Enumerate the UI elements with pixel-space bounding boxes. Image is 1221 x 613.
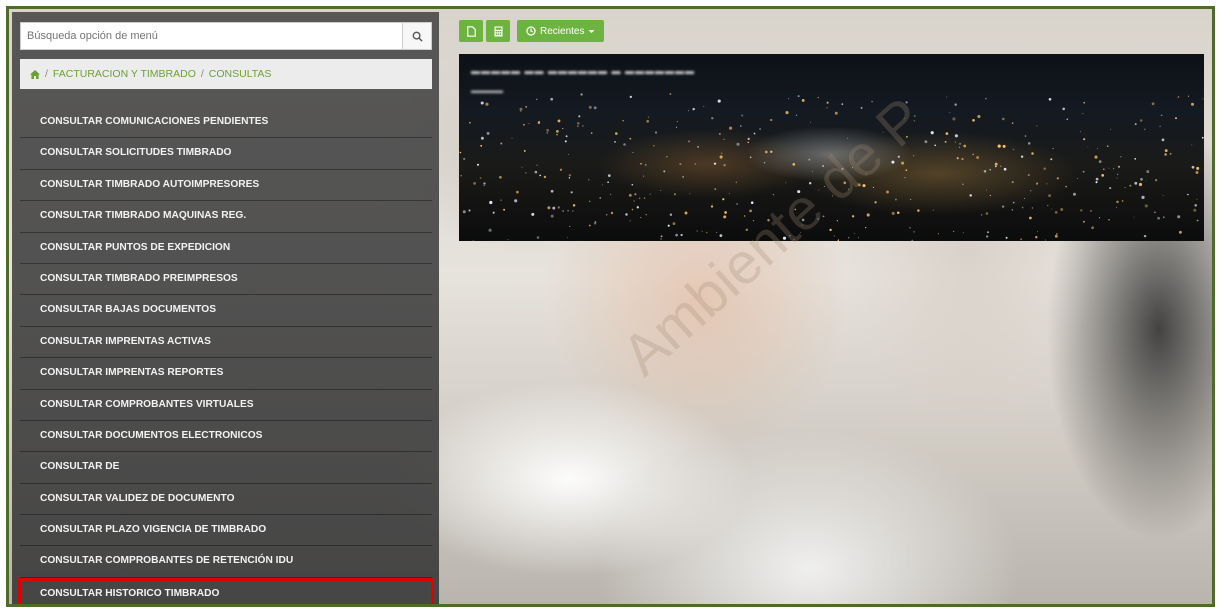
menu-item[interactable]: CONSULTAR BAJAS DOCUMENTOS (20, 295, 432, 327)
breadcrumb-separator: / (200, 68, 204, 80)
menu-item[interactable]: CONSULTAR SOLICITUDES TIMBRADO (20, 138, 432, 170)
menu-item[interactable]: CONSULTAR COMPROBANTES DE RETENCIÓN IDU (20, 546, 432, 578)
banner-subtitle: ▬▬▬▬ (471, 86, 503, 95)
menu-item[interactable]: CONSULTAR DOCUMENTOS ELECTRONICOS (20, 421, 432, 453)
menu-item[interactable]: CONSULTAR VALIDEZ DE DOCUMENTO (20, 484, 432, 516)
calculator-icon (494, 26, 502, 36)
recent-label: Recientes (540, 25, 585, 37)
menu-item[interactable]: CONSULTAR COMPROBANTES VIRTUALES (20, 390, 432, 421)
breadcrumb-separator: / (45, 68, 48, 80)
breadcrumb-item-consultas[interactable]: CONSULTAS (209, 68, 272, 80)
caret-down-icon (588, 29, 595, 33)
recent-dropdown-button[interactable]: Recientes (517, 20, 605, 42)
breadcrumb: / FACTURACION Y TIMBRADO / CONSULTAS (20, 59, 432, 89)
menu-item-historico-timbrado[interactable]: CONSULTAR HISTORICO TIMBRADO (18, 577, 434, 604)
new-document-button[interactable] (459, 20, 483, 42)
app-frame: / FACTURACION Y TIMBRADO / CONSULTAS CON… (6, 6, 1215, 607)
menu-item[interactable]: CONSULTAR PUNTOS DE EXPEDICION (20, 233, 432, 264)
menu-item[interactable]: CONSULTAR DE (20, 452, 432, 484)
menu-item[interactable]: CONSULTAR COMUNICACIONES PENDIENTES (20, 107, 432, 139)
search-box (20, 22, 432, 50)
banner-title: ▬▬▬▬▬ ▬▬ ▬▬▬▬▬▬ ▬ ▬▬▬▬▬▬▬ (471, 66, 696, 76)
search-button[interactable] (402, 23, 431, 49)
breadcrumb-item-facturacion[interactable]: FACTURACION Y TIMBRADO (53, 68, 196, 80)
home-icon[interactable] (30, 69, 40, 79)
clock-icon (526, 26, 536, 36)
menu-item[interactable]: CONSULTAR TIMBRADO PREIMPRESOS (20, 264, 432, 296)
menu-list: CONSULTAR COMUNICACIONES PENDIENTES CONS… (18, 107, 434, 604)
sidebar: / FACTURACION Y TIMBRADO / CONSULTAS CON… (12, 12, 439, 604)
search-icon (412, 31, 423, 42)
menu-item[interactable]: CONSULTAR PLAZO VIGENCIA DE TIMBRADO (20, 515, 432, 547)
menu-item[interactable]: CONSULTAR IMPRENTAS ACTIVAS (20, 327, 432, 359)
menu-item[interactable]: CONSULTAR TIMBRADO MAQUINAS REG. (20, 201, 432, 233)
menu-item[interactable]: CONSULTAR IMPRENTAS REPORTES (20, 358, 432, 390)
search-input[interactable] (21, 23, 404, 49)
file-icon (466, 25, 476, 37)
toolbar: Recientes (459, 20, 605, 42)
calculator-button[interactable] (486, 20, 510, 42)
menu-item[interactable]: CONSULTAR TIMBRADO AUTOIMPRESORES (20, 170, 432, 202)
